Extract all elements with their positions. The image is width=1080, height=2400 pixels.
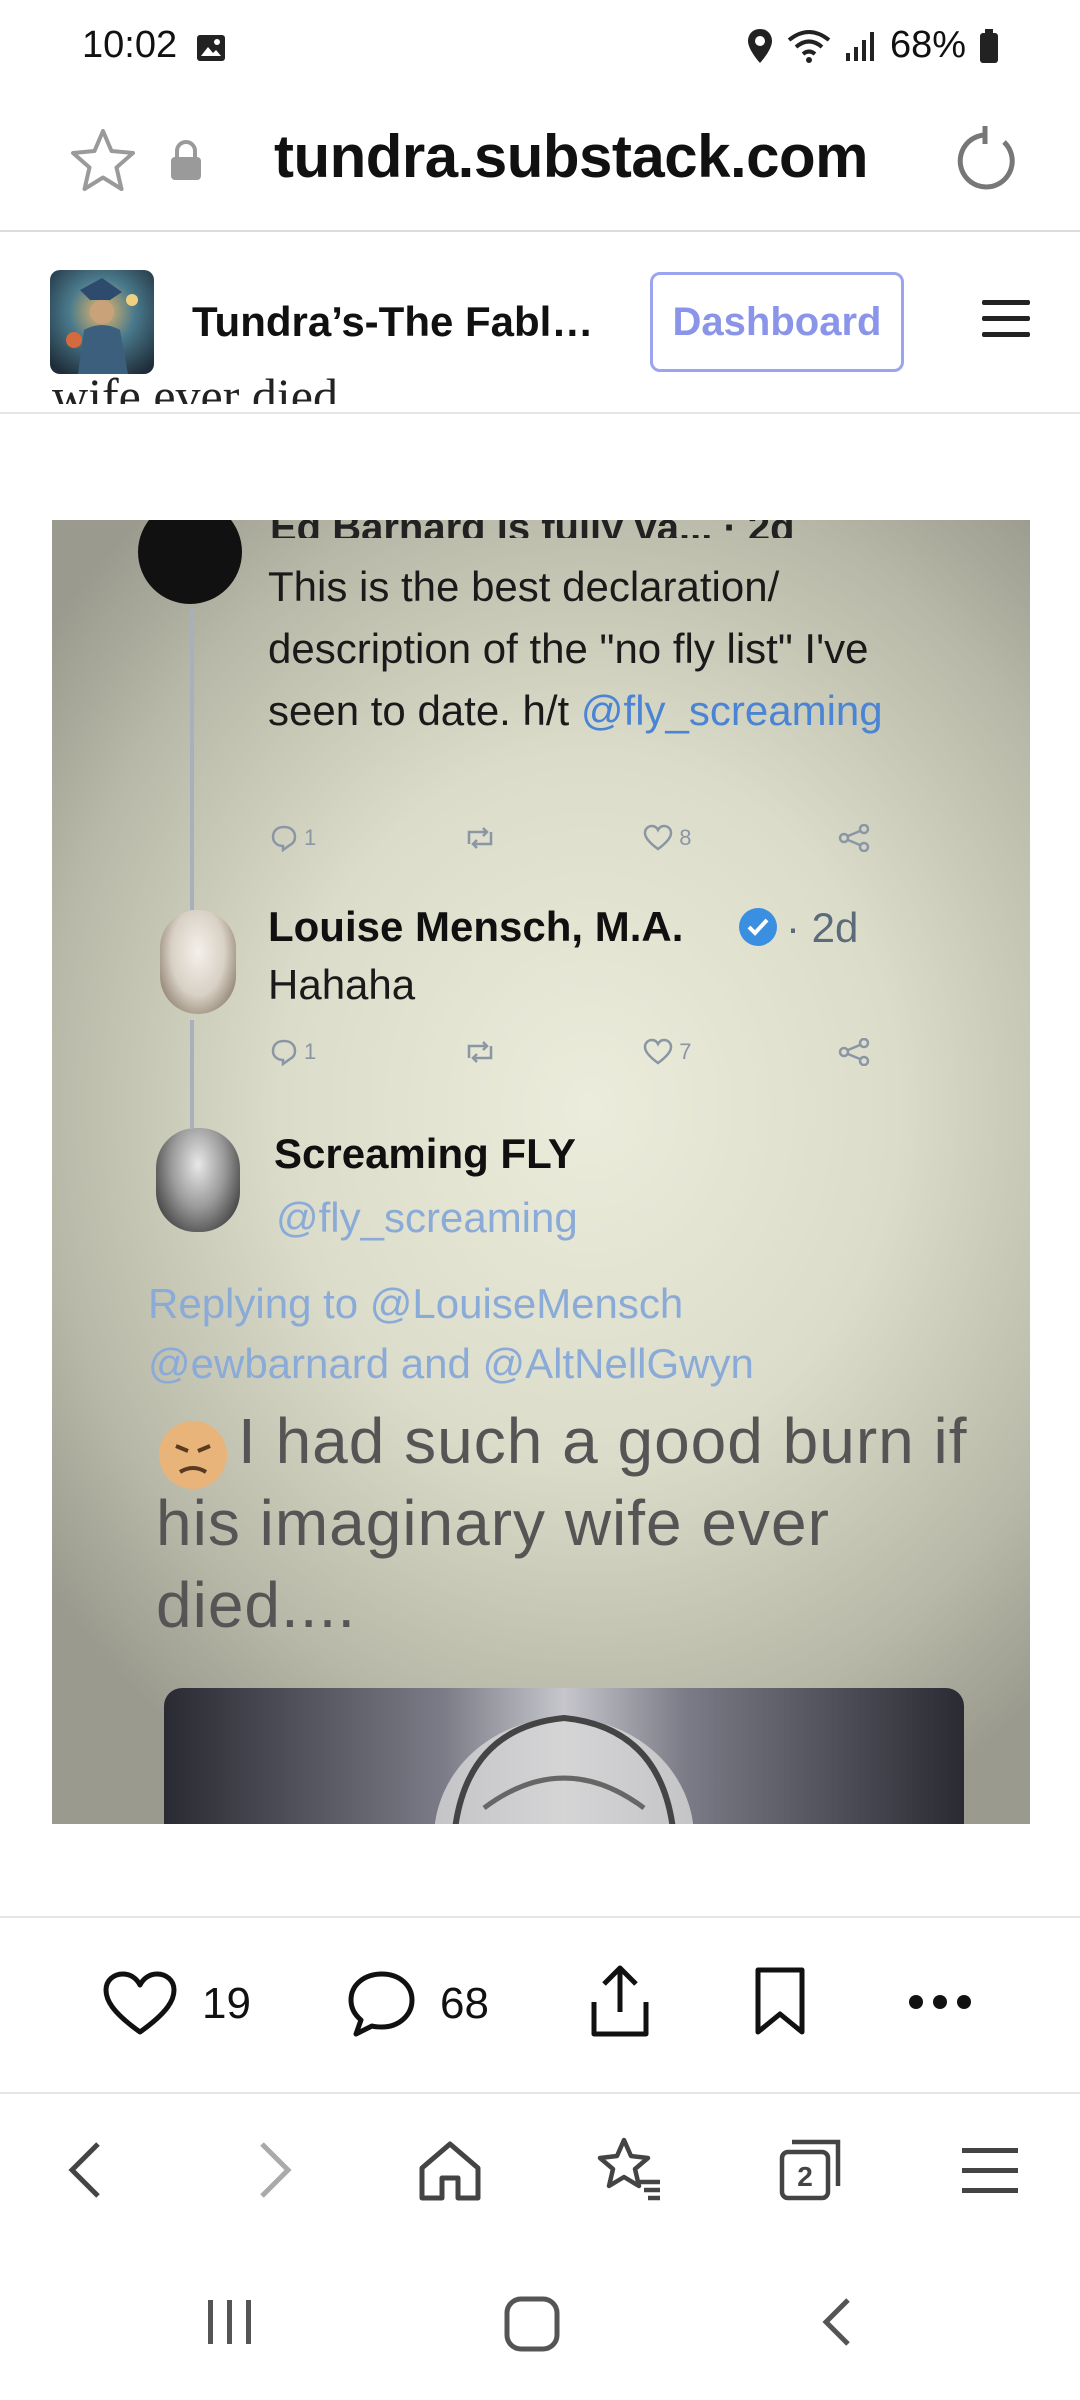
reply-icon [271, 825, 297, 852]
more-icon[interactable] [908, 1994, 972, 2010]
gallery-notification-icon [197, 35, 225, 61]
retweet-icon [467, 1041, 492, 1063]
url-field[interactable]: tundra.substack.com [274, 122, 869, 191]
lock-icon[interactable] [168, 138, 204, 182]
back-icon[interactable] [52, 2134, 124, 2206]
heart-icon [103, 1971, 177, 2035]
comment-button[interactable]: 68 [346, 1970, 489, 2038]
second-tweet-actions: 1 7 [270, 1038, 870, 1066]
home-button-icon[interactable] [502, 2294, 562, 2354]
share-icon-small [838, 824, 870, 852]
avatar [138, 520, 242, 604]
retweet-icon [467, 827, 492, 849]
main-tweet-text: I had such a good burn if his imaginary … [156, 1400, 1016, 1646]
main-tweet-body: I had such a good burn if his imaginary … [156, 1405, 968, 1641]
share-icon[interactable] [588, 1964, 652, 2040]
reply-action: 1 [270, 824, 316, 852]
top-tweet-text: This is the best declaration/ descriptio… [268, 556, 908, 742]
thread-line [190, 1020, 194, 1128]
home-icon[interactable] [414, 2134, 486, 2206]
dashboard-button[interactable]: Dashboard [650, 272, 904, 372]
comment-icon [348, 1971, 415, 2037]
author-name: Louise Mensch, M.A. [268, 903, 684, 950]
battery-percent: 68% [889, 24, 966, 66]
like-icon [643, 824, 673, 851]
reply-action: 1 [270, 1038, 316, 1066]
share-icon-small [838, 1038, 870, 1066]
browser-nav-bar: 2 [0, 2094, 1080, 2244]
menu-icon[interactable] [978, 294, 1034, 344]
verified-badge-icon [739, 908, 777, 946]
tweet-time: · 2d [786, 904, 859, 951]
system-nav-bar [0, 2244, 1080, 2400]
reload-icon[interactable] [948, 124, 1022, 198]
like-count: 7 [679, 1039, 692, 1064]
avatar [160, 910, 236, 1014]
bookmark-icon[interactable] [752, 1966, 808, 2038]
signal-icon [845, 31, 874, 61]
like-action: 8 [643, 824, 692, 852]
like-count: 19 [202, 1979, 251, 2028]
forward-icon[interactable] [236, 2134, 308, 2206]
recent-apps-icon[interactable] [202, 2294, 258, 2350]
tweet-media-preview [164, 1688, 964, 1824]
avatar [156, 1128, 240, 1232]
reply-to-line: @ewbarnard and @AltNellGwyn [148, 1340, 754, 1387]
tweet-text: Hahaha [268, 961, 416, 1008]
bookmarks-icon[interactable] [594, 2134, 666, 2206]
system-back-icon[interactable] [810, 2294, 866, 2350]
reply-count: 1 [304, 825, 317, 850]
mention-link: @fly_screaming [580, 687, 883, 734]
like-action: 7 [643, 1038, 692, 1066]
status-time: 10:02 [82, 24, 178, 66]
reply-count: 1 [304, 1039, 317, 1064]
svg-text:2: 2 [797, 2161, 813, 2192]
browser-url-bar: tundra.substack.com [0, 100, 1080, 232]
like-count: 8 [679, 825, 692, 850]
like-icon [643, 1038, 673, 1065]
location-icon [747, 28, 772, 63]
status-indicators: 68% [746, 24, 1000, 67]
wifi-icon [787, 29, 831, 63]
browser-menu-icon[interactable] [954, 2134, 1026, 2206]
post-action-bar: 19 68 [0, 1916, 1080, 2094]
publication-title[interactable]: Tundra’s-The Fable… [192, 298, 602, 346]
like-button[interactable]: 19 [102, 1970, 251, 2038]
top-tweet-header: Ed Barnard is fully va... · 2d [270, 520, 795, 538]
reply-to-line: Replying to @LouiseMensch [148, 1280, 684, 1327]
tabs-icon[interactable]: 2 [774, 2134, 846, 2206]
top-tweet-actions: 1 8 [270, 824, 870, 852]
comment-count: 68 [440, 1979, 489, 2028]
author-name: Screaming FLY [274, 1130, 576, 1177]
thread-line [190, 610, 194, 910]
article-text-fragment: wife ever died [52, 368, 338, 404]
star-icon[interactable] [68, 126, 138, 196]
author-handle: @fly_screaming [276, 1194, 578, 1241]
reply-icon [271, 1039, 297, 1066]
status-bar: 10:02 68% [0, 0, 1080, 100]
battery-icon [980, 28, 998, 63]
article-image: Ed Barnard is fully va... · 2d This is t… [52, 520, 1030, 1824]
